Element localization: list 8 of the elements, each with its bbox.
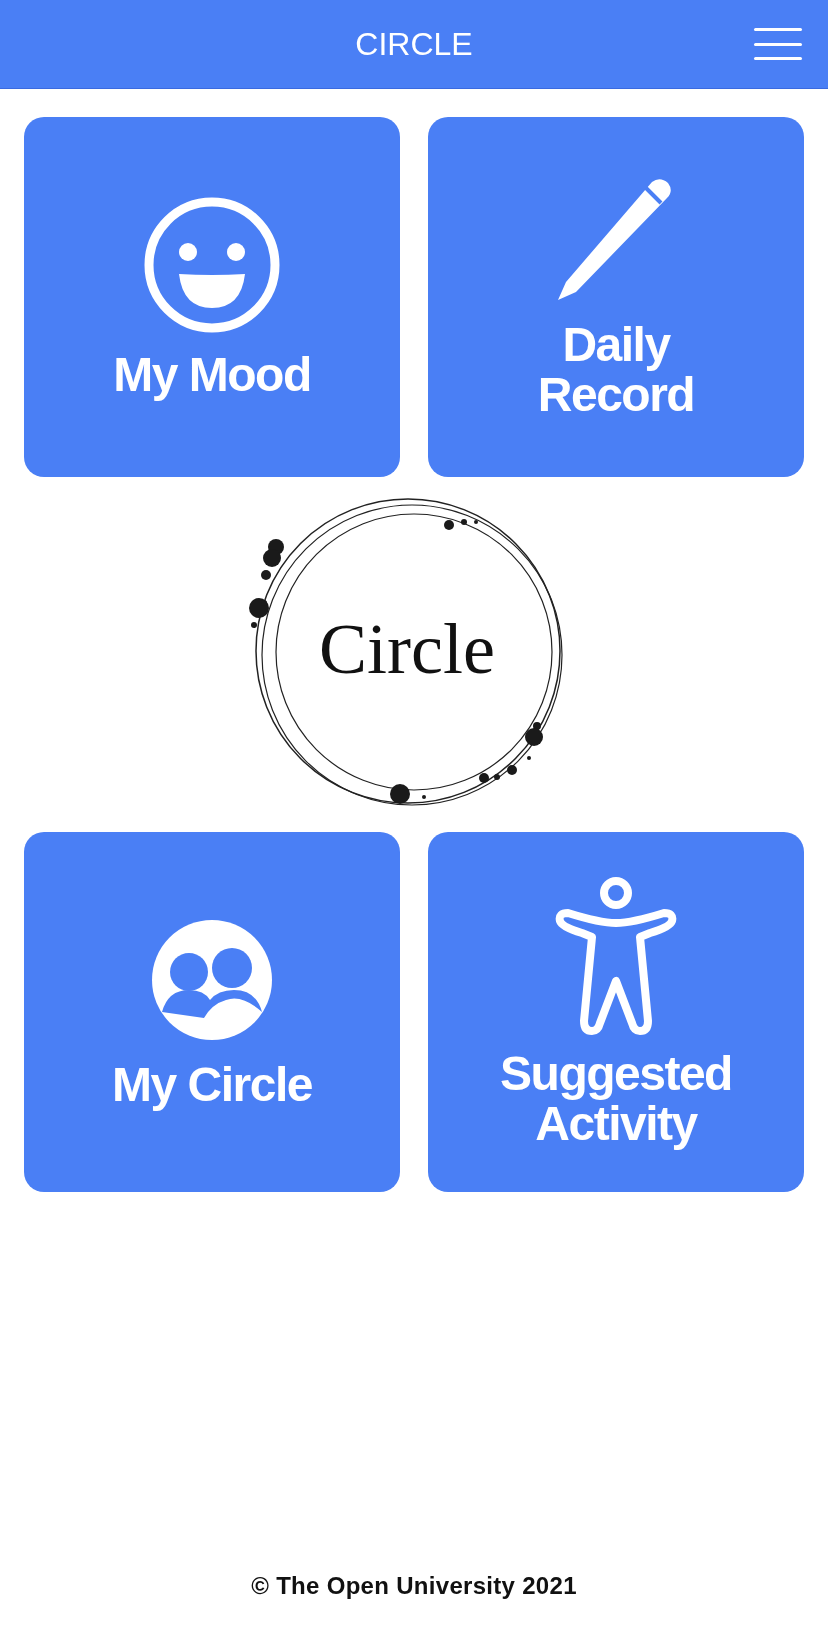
my-mood-tile[interactable]: My Mood: [24, 117, 400, 477]
copyright-text: © The Open University 2021: [251, 1572, 577, 1600]
daily-record-tile[interactable]: Daily Record: [428, 117, 804, 477]
logo-text: Circle: [319, 608, 495, 689]
suggested-activity-tile[interactable]: Suggested Activity: [428, 832, 804, 1192]
menu-icon[interactable]: [754, 28, 802, 60]
my-circle-tile[interactable]: My Circle: [24, 832, 400, 1192]
app-title: CIRCLE: [355, 25, 473, 63]
